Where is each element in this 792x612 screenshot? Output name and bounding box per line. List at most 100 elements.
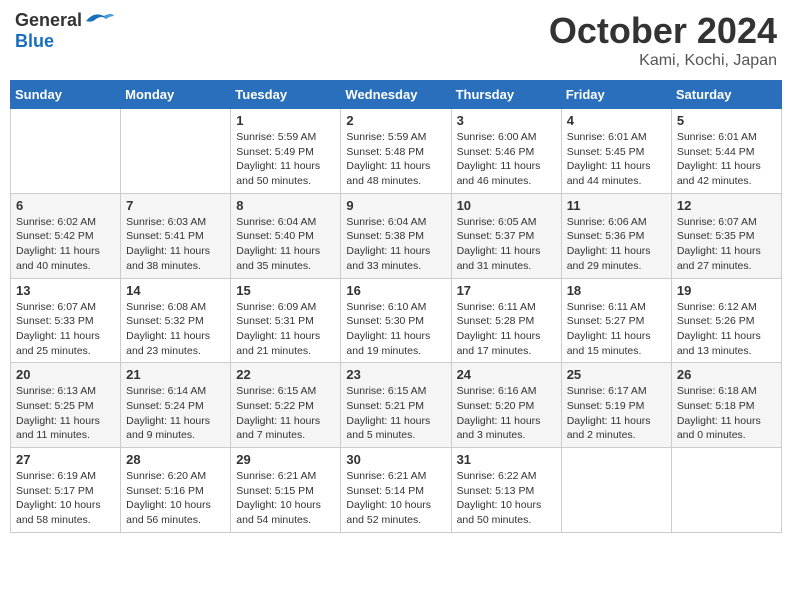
day-info: Sunrise: 6:04 AM Sunset: 5:38 PM Dayligh… [346, 215, 445, 274]
day-info: Sunrise: 6:15 AM Sunset: 5:22 PM Dayligh… [236, 384, 335, 443]
calendar-cell: 9 Sunrise: 6:04 AM Sunset: 5:38 PM Daylig… [341, 193, 451, 278]
day-number: 26 [677, 367, 776, 382]
day-info: Sunrise: 6:02 AM Sunset: 5:42 PM Dayligh… [16, 215, 115, 274]
day-info: Sunrise: 6:19 AM Sunset: 5:17 PM Dayligh… [16, 469, 115, 528]
day-info: Sunrise: 6:04 AM Sunset: 5:40 PM Dayligh… [236, 215, 335, 274]
day-number: 21 [126, 367, 225, 382]
day-info: Sunrise: 6:20 AM Sunset: 5:16 PM Dayligh… [126, 469, 225, 528]
day-number: 19 [677, 283, 776, 298]
calendar-cell: 24Sunrise: 6:16 AM Sunset: 5:20 PM Dayli… [451, 363, 561, 448]
header-monday: Monday [121, 81, 231, 109]
location-title: Kami, Kochi, Japan [549, 52, 777, 70]
day-number: 16 [346, 283, 445, 298]
calendar-table: SundayMondayTuesdayWednesdayThursdayFrid… [10, 80, 782, 533]
day-info: Sunrise: 6:22 AM Sunset: 5:13 PM Dayligh… [457, 469, 556, 528]
calendar-cell: 14 Sunrise: 6:08 AM Sunset: 5:32 PM Dayli… [121, 278, 231, 363]
day-number: 5 [677, 113, 776, 128]
day-number: 29 [236, 452, 335, 467]
logo-general-text: General [15, 10, 82, 31]
week-row-1: 1 Sunrise: 5:59 AM Sunset: 5:49 PM Daylig… [11, 109, 782, 194]
day-number: 27 [16, 452, 115, 467]
calendar-cell [11, 109, 121, 194]
day-number: 22 [236, 367, 335, 382]
day-info: Sunrise: 6:07 AM Sunset: 5:33 PM Dayligh… [16, 300, 115, 359]
calendar-cell: 26Sunrise: 6:18 AM Sunset: 5:18 PM Dayli… [671, 363, 781, 448]
day-info: Sunrise: 6:05 AM Sunset: 5:37 PM Dayligh… [457, 215, 556, 274]
week-row-2: 6 Sunrise: 6:02 AM Sunset: 5:42 PM Daylig… [11, 193, 782, 278]
day-number: 14 [126, 283, 225, 298]
calendar-header-row: SundayMondayTuesdayWednesdayThursdayFrid… [11, 81, 782, 109]
calendar-cell: 7 Sunrise: 6:03 AM Sunset: 5:41 PM Daylig… [121, 193, 231, 278]
day-info: Sunrise: 6:03 AM Sunset: 5:41 PM Dayligh… [126, 215, 225, 274]
header: General Blue October 2024 Kami, Kochi, J… [10, 10, 782, 70]
day-info: Sunrise: 6:12 AM Sunset: 5:26 PM Dayligh… [677, 300, 776, 359]
calendar-cell [561, 448, 671, 533]
day-number: 30 [346, 452, 445, 467]
calendar-cell: 5Sunrise: 6:01 AM Sunset: 5:44 PM Daylig… [671, 109, 781, 194]
header-friday: Friday [561, 81, 671, 109]
logo: General Blue [15, 10, 114, 52]
day-number: 18 [567, 283, 666, 298]
day-info: Sunrise: 6:16 AM Sunset: 5:20 PM Dayligh… [457, 384, 556, 443]
calendar-cell: 4Sunrise: 6:01 AM Sunset: 5:45 PM Daylig… [561, 109, 671, 194]
day-number: 20 [16, 367, 115, 382]
day-number: 17 [457, 283, 556, 298]
calendar-cell [121, 109, 231, 194]
calendar-cell: 21 Sunrise: 6:14 AM Sunset: 5:24 PM Dayli… [121, 363, 231, 448]
header-tuesday: Tuesday [231, 81, 341, 109]
day-number: 9 [346, 198, 445, 213]
calendar-cell: 23 Sunrise: 6:15 AM Sunset: 5:21 PM Dayli… [341, 363, 451, 448]
day-info: Sunrise: 6:08 AM Sunset: 5:32 PM Dayligh… [126, 300, 225, 359]
day-info: Sunrise: 6:17 AM Sunset: 5:19 PM Dayligh… [567, 384, 666, 443]
week-row-4: 20Sunrise: 6:13 AM Sunset: 5:25 PM Dayli… [11, 363, 782, 448]
calendar-cell: 11Sunrise: 6:06 AM Sunset: 5:36 PM Dayli… [561, 193, 671, 278]
day-info: Sunrise: 6:14 AM Sunset: 5:24 PM Dayligh… [126, 384, 225, 443]
calendar-cell: 13 Sunrise: 6:07 AM Sunset: 5:33 PM Dayli… [11, 278, 121, 363]
calendar-cell [671, 448, 781, 533]
calendar-cell: 20Sunrise: 6:13 AM Sunset: 5:25 PM Dayli… [11, 363, 121, 448]
calendar-cell: 22 Sunrise: 6:15 AM Sunset: 5:22 PM Dayli… [231, 363, 341, 448]
day-number: 7 [126, 198, 225, 213]
calendar-cell: 10Sunrise: 6:05 AM Sunset: 5:37 PM Dayli… [451, 193, 561, 278]
week-row-5: 27 Sunrise: 6:19 AM Sunset: 5:17 PM Dayli… [11, 448, 782, 533]
day-info: Sunrise: 6:21 AM Sunset: 5:15 PM Dayligh… [236, 469, 335, 528]
day-number: 25 [567, 367, 666, 382]
calendar-cell: 30 Sunrise: 6:21 AM Sunset: 5:14 PM Dayli… [341, 448, 451, 533]
day-number: 28 [126, 452, 225, 467]
header-wednesday: Wednesday [341, 81, 451, 109]
calendar-cell: 2Sunrise: 5:59 AM Sunset: 5:48 PM Daylig… [341, 109, 451, 194]
day-number: 23 [346, 367, 445, 382]
calendar-cell: 27 Sunrise: 6:19 AM Sunset: 5:17 PM Dayli… [11, 448, 121, 533]
title-area: October 2024 Kami, Kochi, Japan [549, 10, 777, 70]
calendar-cell: 1 Sunrise: 5:59 AM Sunset: 5:49 PM Daylig… [231, 109, 341, 194]
day-number: 13 [16, 283, 115, 298]
calendar-cell: 31 Sunrise: 6:22 AM Sunset: 5:13 PM Dayli… [451, 448, 561, 533]
day-info: Sunrise: 6:11 AM Sunset: 5:28 PM Dayligh… [457, 300, 556, 359]
calendar-cell: 16 Sunrise: 6:10 AM Sunset: 5:30 PM Dayli… [341, 278, 451, 363]
day-number: 31 [457, 452, 556, 467]
day-info: Sunrise: 5:59 AM Sunset: 5:49 PM Dayligh… [236, 130, 335, 189]
calendar-cell: 18 Sunrise: 6:11 AM Sunset: 5:27 PM Dayli… [561, 278, 671, 363]
day-number: 6 [16, 198, 115, 213]
day-number: 4 [567, 113, 666, 128]
calendar-cell: 25 Sunrise: 6:17 AM Sunset: 5:19 PM Dayli… [561, 363, 671, 448]
day-number: 8 [236, 198, 335, 213]
calendar-cell: 19 Sunrise: 6:12 AM Sunset: 5:26 PM Dayli… [671, 278, 781, 363]
day-number: 12 [677, 198, 776, 213]
day-info: Sunrise: 6:06 AM Sunset: 5:36 PM Dayligh… [567, 215, 666, 274]
calendar-cell: 28 Sunrise: 6:20 AM Sunset: 5:16 PM Dayli… [121, 448, 231, 533]
logo-blue-text: Blue [15, 31, 54, 52]
calendar-cell: 17 Sunrise: 6:11 AM Sunset: 5:28 PM Dayli… [451, 278, 561, 363]
day-info: Sunrise: 6:21 AM Sunset: 5:14 PM Dayligh… [346, 469, 445, 528]
calendar-cell: 6 Sunrise: 6:02 AM Sunset: 5:42 PM Daylig… [11, 193, 121, 278]
day-number: 1 [236, 113, 335, 128]
day-info: Sunrise: 6:15 AM Sunset: 5:21 PM Dayligh… [346, 384, 445, 443]
day-info: Sunrise: 6:07 AM Sunset: 5:35 PM Dayligh… [677, 215, 776, 274]
day-info: Sunrise: 6:11 AM Sunset: 5:27 PM Dayligh… [567, 300, 666, 359]
day-info: Sunrise: 6:10 AM Sunset: 5:30 PM Dayligh… [346, 300, 445, 359]
day-number: 3 [457, 113, 556, 128]
calendar-cell: 15Sunrise: 6:09 AM Sunset: 5:31 PM Dayli… [231, 278, 341, 363]
day-info: Sunrise: 6:09 AM Sunset: 5:31 PM Dayligh… [236, 300, 335, 359]
header-saturday: Saturday [671, 81, 781, 109]
calendar-cell: 3Sunrise: 6:00 AM Sunset: 5:46 PM Daylig… [451, 109, 561, 194]
